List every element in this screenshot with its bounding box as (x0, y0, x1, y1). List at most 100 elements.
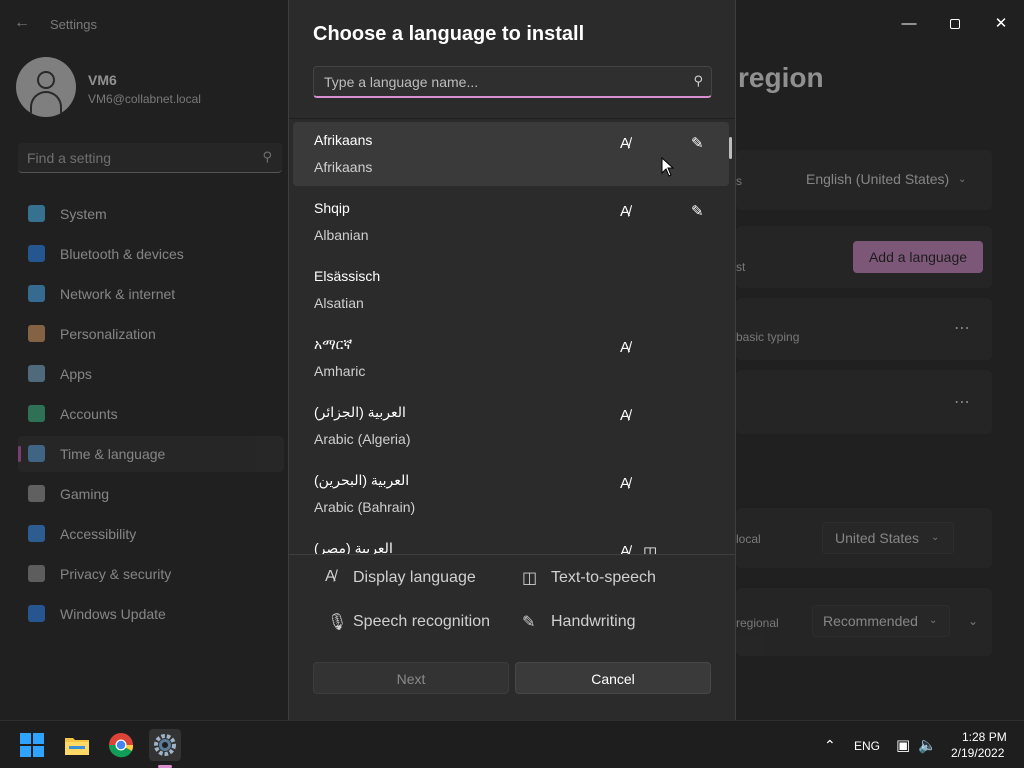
card-label-fragment: regional (736, 616, 779, 630)
language-item-card: basic typing ⋯ (736, 298, 992, 360)
mouse-cursor-icon (661, 157, 675, 177)
handwriting-icon: ✎ (522, 614, 536, 631)
language-list-item[interactable]: አማርኛ Amharic A̸ (293, 326, 729, 390)
avatar (16, 57, 76, 117)
minimize-button[interactable]: — (886, 8, 932, 40)
chrome-button[interactable] (105, 729, 137, 761)
language-native-name: አማርኛ (314, 336, 353, 352)
language-native-name: العربية (البحرين) (314, 472, 410, 488)
sidebar-item-label: Accessibility (60, 526, 137, 542)
selection-indicator (18, 446, 21, 462)
close-button[interactable]: ✕ (978, 8, 1024, 40)
sidebar-item-accessibility[interactable]: Accessibility (18, 516, 284, 552)
card-label-fragment: basic typing (736, 330, 800, 344)
divider (289, 554, 735, 555)
shield-icon (28, 565, 45, 582)
text-to-speech-icon: ◫ (522, 570, 538, 587)
language-list-item[interactable]: العربية (مصر) A̸ ◫ (293, 530, 729, 554)
chrome-icon (109, 733, 134, 758)
display-language-icon: A̸ (620, 135, 631, 152)
card-label-fragment: st (736, 260, 746, 274)
handwriting-icon: ✎ (691, 203, 704, 220)
language-native-name: Elsässisch (314, 268, 381, 284)
apps-icon (28, 365, 45, 382)
volume-icon[interactable]: 🔈 (918, 736, 937, 754)
user-email: VM6@collabnet.local (88, 92, 201, 106)
regional-format-card: regional Recommended ⌄ ⌄ (736, 588, 992, 656)
language-search-input[interactable] (324, 72, 674, 92)
language-item-card-2: ⋯ (736, 370, 992, 434)
scrollbar-thumb[interactable] (729, 137, 732, 159)
file-explorer-button[interactable] (61, 729, 93, 761)
regional-format-dropdown[interactable]: Recommended ⌄ (812, 605, 950, 637)
sidebar-item-system[interactable]: System (18, 196, 284, 232)
sidebar-item-network-internet[interactable]: Network & internet (18, 276, 284, 312)
dialog-title: Choose a language to install (313, 23, 585, 45)
cancel-button[interactable]: Cancel (515, 662, 711, 694)
input-language-indicator[interactable]: ENG (854, 739, 880, 753)
gear-icon (154, 734, 176, 756)
language-list-item[interactable]: Elsässisch Alsatian (293, 258, 729, 322)
more-options-icon[interactable]: ⋯ (954, 392, 971, 412)
chevron-up-icon[interactable]: ⌃ (824, 737, 836, 754)
chevron-down-icon: ⌄ (931, 532, 940, 543)
language-english-name: Albanian (314, 227, 369, 243)
update-icon (28, 605, 45, 622)
back-arrow-icon[interactable]: ← (14, 14, 30, 32)
network-icon[interactable]: ▣ (896, 736, 910, 754)
find-setting-input[interactable]: Find a setting ⚲ (18, 143, 282, 173)
display-language-icon: A̸ (620, 475, 631, 492)
card-label-fragment: local (736, 532, 761, 546)
regional-format-value: Recommended (823, 613, 918, 629)
display-language-icon: A̸ (620, 339, 631, 356)
legend-text-to-speech: Text-to-speech (551, 569, 656, 586)
app-title: Settings (50, 17, 97, 32)
windows-logo-icon (20, 733, 44, 757)
language-native-name: Shqip (314, 200, 350, 216)
sidebar-item-apps[interactable]: Apps (18, 356, 284, 392)
sidebar-item-accounts[interactable]: Accounts (18, 396, 284, 432)
language-english-name: Alsatian (314, 295, 364, 311)
next-button[interactable]: Next (313, 662, 509, 694)
clock-time[interactable]: 1:28 PM (962, 730, 1007, 744)
language-list-item[interactable]: Shqip Albanian A̸ ✎ (293, 190, 729, 254)
language-list-item[interactable]: العربية (الجزائر) Arabic (Algeria) A̸ (293, 394, 729, 458)
country-dropdown[interactable]: United States ⌄ (822, 522, 954, 554)
legend-display-language: Display language (353, 569, 476, 586)
legend-handwriting: Handwriting (551, 613, 636, 630)
chevron-down-icon: ⌄ (958, 174, 967, 185)
search-icon: ⚲ (262, 149, 272, 164)
choose-language-dialog: Choose a language to install ⚲ Afrikaans… (288, 0, 736, 720)
start-button[interactable] (16, 729, 48, 761)
divider (289, 118, 735, 119)
sidebar-item-label: Windows Update (60, 606, 166, 622)
sidebar-item-privacy-security[interactable]: Privacy & security (18, 556, 284, 592)
brush-icon (28, 325, 45, 342)
sidebar-item-label: Bluetooth & devices (60, 246, 184, 262)
sidebar-item-gaming[interactable]: Gaming (18, 476, 284, 512)
language-english-name: Arabic (Algeria) (314, 431, 411, 447)
settings-taskbar-button[interactable] (149, 729, 181, 761)
language-native-name: Afrikaans (314, 132, 373, 148)
add-language-button[interactable]: Add a language (853, 241, 983, 273)
sidebar-item-bluetooth-devices[interactable]: Bluetooth & devices (18, 236, 284, 272)
language-english-name: Afrikaans (314, 159, 373, 175)
gaming-icon (28, 485, 45, 502)
sidebar-item-label: Gaming (60, 486, 110, 502)
sidebar-item-personalization[interactable]: Personalization (18, 316, 284, 352)
maximize-button[interactable] (932, 8, 978, 40)
more-options-icon[interactable]: ⋯ (954, 318, 971, 338)
display-language-value[interactable]: English (United States) (806, 171, 949, 187)
sidebar-item-windows-update[interactable]: Windows Update (18, 596, 284, 632)
legend-speech-recognition: Speech recognition (353, 613, 490, 630)
sidebar-item-time-language[interactable]: Time & language (18, 436, 284, 472)
bluetooth-icon (28, 245, 45, 262)
accounts-icon (28, 405, 45, 422)
language-list-item[interactable]: العربية (البحرين) Arabic (Bahrain) A̸ (293, 462, 729, 526)
globe-clock-icon (28, 445, 45, 462)
clock-date[interactable]: 2/19/2022 (951, 746, 1004, 760)
language-english-name: Amharic (314, 363, 366, 379)
language-search-box[interactable]: ⚲ (313, 66, 712, 98)
expand-chevron-icon[interactable]: ⌄ (968, 614, 978, 628)
user-name: VM6 (88, 72, 117, 88)
